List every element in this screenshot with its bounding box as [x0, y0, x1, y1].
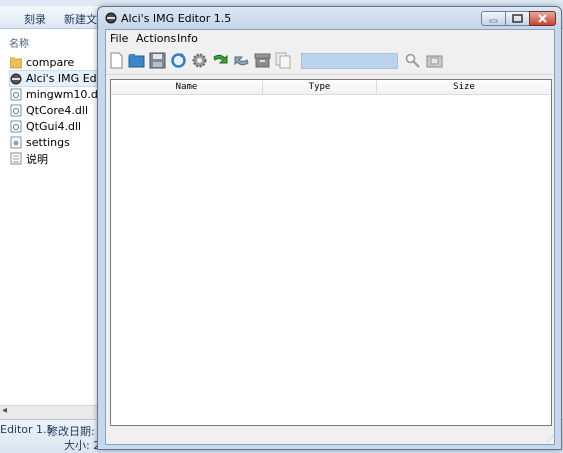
- dll-icon: [10, 104, 22, 117]
- list-item[interactable]: mingwm10.dll: [10, 87, 104, 102]
- file-name: compare: [26, 56, 75, 69]
- minimize-icon: [489, 19, 498, 23]
- file-name: QtCore4.dll: [26, 104, 89, 117]
- menu-bar: File Actions Info: [106, 30, 554, 46]
- resize-grip-icon[interactable]: ⋰: [546, 434, 554, 443]
- details-file-name: Editor 1.5: [0, 423, 54, 436]
- column-header-size[interactable]: Size: [377, 80, 551, 94]
- search-icon[interactable]: [404, 52, 421, 69]
- maximize-icon: [512, 14, 523, 23]
- maximize-button[interactable]: [505, 11, 530, 26]
- title-bar[interactable]: Alci's IMG Editor 1.5: [98, 7, 561, 29]
- open-folder-icon[interactable]: [128, 52, 145, 69]
- list-item[interactable]: QtGui4.dll: [10, 119, 81, 134]
- app-icon: [105, 12, 117, 24]
- search-input[interactable]: [301, 53, 398, 69]
- save-icon[interactable]: [149, 52, 166, 69]
- img-editor-window: Alci's IMG Editor 1.5 File Actions Info: [97, 6, 562, 450]
- file-name: settings: [26, 136, 70, 149]
- horizontal-scrollbar[interactable]: ◂: [0, 405, 97, 419]
- file-table[interactable]: Name Type Size: [110, 79, 552, 426]
- folder-icon: [9, 56, 23, 69]
- app-icon: [10, 72, 22, 85]
- window-title: Alci's IMG Editor 1.5: [121, 12, 232, 25]
- minimize-button[interactable]: [481, 11, 506, 26]
- archive-icon[interactable]: [254, 52, 271, 69]
- table-header: Name Type Size: [111, 80, 551, 95]
- list-item[interactable]: QtCore4.dll: [10, 103, 88, 118]
- menu-file[interactable]: File: [107, 32, 131, 45]
- refresh-icon[interactable]: [170, 52, 187, 69]
- new-file-icon[interactable]: [108, 52, 125, 69]
- column-header-name[interactable]: Name: [111, 80, 263, 94]
- file-name: mingwm10.dll: [26, 88, 105, 101]
- dll-icon: [10, 88, 22, 101]
- menu-info[interactable]: Info: [174, 32, 201, 45]
- menu-actions[interactable]: Actions: [133, 32, 179, 45]
- settings-icon[interactable]: [191, 52, 208, 69]
- export-icon[interactable]: [233, 52, 250, 69]
- scroll-left-arrow-icon[interactable]: ◂: [2, 405, 7, 416]
- list-item[interactable]: compare: [9, 55, 75, 70]
- toolbar: [106, 48, 554, 75]
- file-name: QtGui4.dll: [26, 120, 82, 133]
- text-file-icon: [10, 152, 22, 165]
- burn-button[interactable]: 刻录: [24, 11, 46, 27]
- import-icon[interactable]: [212, 52, 229, 69]
- list-item[interactable]: Alci's IMG Editor: [9, 70, 115, 87]
- dll-icon: [10, 120, 22, 133]
- settings-file-icon: [10, 136, 22, 149]
- copy-icon[interactable]: [275, 52, 292, 69]
- view-icon[interactable]: [426, 52, 443, 69]
- details-size: 大小: 2: [64, 439, 101, 452]
- column-header-type[interactable]: Type: [263, 80, 377, 94]
- close-icon: [538, 14, 547, 23]
- close-button[interactable]: [529, 11, 556, 26]
- column-header-name[interactable]: 名称: [9, 35, 29, 50]
- file-name: 说明: [26, 152, 48, 166]
- list-item[interactable]: settings: [10, 135, 70, 150]
- window-client-area: File Actions Info Name Type Size ⋰: [105, 29, 555, 445]
- list-item[interactable]: 说明: [10, 151, 48, 166]
